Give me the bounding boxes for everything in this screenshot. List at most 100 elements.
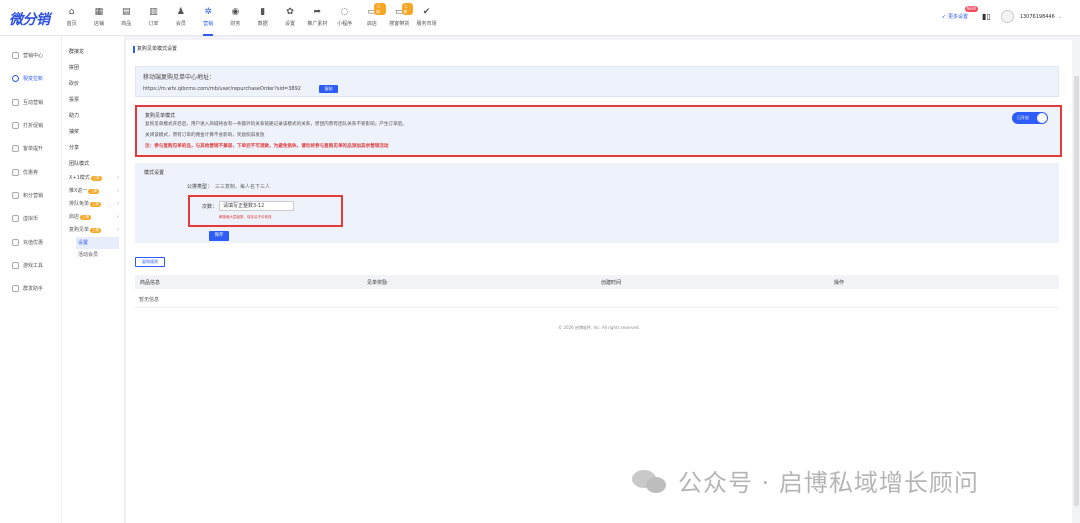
submenu-group-2[interactable]: 排队免单 上新 ›	[62, 198, 124, 211]
submenu-group-label: 排队免单	[69, 201, 90, 207]
nav-label: 设置	[285, 21, 296, 27]
nav-item-5[interactable]: ✲ 营销	[194, 4, 221, 36]
menu-icon	[12, 261, 19, 269]
submenu-item-0[interactable]: 群接龙	[62, 44, 124, 60]
mode-box: 复购见单模式 复购见单模式开启后，用户进入商城将会有一条额外的关系链路记录该模式…	[135, 105, 1062, 157]
submenu-group-label: 复购见单	[69, 227, 90, 233]
toggle-label: 已开启	[1017, 115, 1029, 120]
sidebar-item-2[interactable]: 互动营销	[0, 91, 61, 114]
scrollbar-thumb[interactable]	[1074, 76, 1079, 506]
nav-label: 搜客带货	[389, 21, 410, 27]
sidebar-item-4[interactable]: 客单提升	[0, 137, 61, 160]
submenu-leaf-0[interactable]: 设置	[76, 237, 119, 249]
submenu-item-2[interactable]: 砍价	[62, 76, 124, 92]
sidebar-item-10[interactable]: 群发助手	[0, 277, 61, 300]
main-content: 复购见单模式设置 移动端复购见单中心地址： https://m.wfx.qibc…	[126, 40, 1072, 523]
message-icon[interactable]: ▮▯	[982, 12, 991, 21]
table-header: 商品信息 见单奖励 创建时间 操作	[135, 275, 1059, 289]
menu-icon	[12, 145, 19, 153]
nav-item-10[interactable]: ◌ 小程序	[331, 4, 358, 32]
menu-icon	[12, 215, 19, 223]
submenu-group-3[interactable]: 启店 上新 ›	[62, 211, 124, 224]
nav-item-12[interactable]: ▭ 搜客带货 上新	[386, 3, 413, 32]
nav-item-9[interactable]: ➦ 推广素材	[304, 4, 331, 32]
menu-icon	[12, 238, 19, 246]
finance-icon: ◉	[231, 7, 240, 17]
submenu-group-label: X+1模式	[69, 175, 90, 181]
nav-item-11[interactable]: ▭ 启店 上新	[358, 3, 386, 32]
page-title: 复购见单模式设置	[133, 46, 177, 53]
submenu-item-7[interactable]: 团队模式	[62, 156, 124, 172]
submenu-group-4[interactable]: 复购见单 上新 ›	[62, 224, 124, 237]
save-button[interactable]: 保存	[209, 231, 229, 241]
sidebar-item-8[interactable]: 充值优惠	[0, 230, 61, 253]
menu-icon	[12, 191, 19, 199]
submenu-item-3[interactable]: 投票	[62, 92, 124, 108]
data-icon: ▮	[260, 7, 266, 17]
rule-button[interactable]: 复购规则	[135, 257, 165, 267]
chevron-right-icon: ›	[117, 188, 119, 194]
market-icon: ✔	[422, 7, 431, 17]
member-icon: ♟	[176, 7, 185, 17]
sidebar-item-7[interactable]: 虚拟币	[0, 207, 61, 230]
scrollbar[interactable]	[1073, 36, 1080, 523]
account-phone[interactable]: 13076198446	[1020, 14, 1055, 20]
sidebar-item-label: 客单提升	[23, 146, 44, 153]
nav-item-1[interactable]: ▦ 店铺	[85, 4, 112, 32]
submenu-group-label: 推X返一	[69, 188, 88, 194]
app-logo[interactable]: 微分销	[9, 9, 50, 29]
submenu-item-4[interactable]: 助力	[62, 108, 124, 124]
new-badge: 上新	[90, 228, 102, 233]
submenu-item-1[interactable]: 拼团	[62, 60, 124, 76]
chevron-down-icon[interactable]: ⌄	[1058, 14, 1062, 20]
more-settings-button[interactable]: ➶ 更多设置 NEW	[942, 6, 978, 20]
sidebar-item-label: 充值优惠	[23, 239, 44, 246]
url-text: https://m.wfx.qibcms.com/mb/user/repurch…	[143, 86, 301, 92]
times-box: 次数： 请填写正整数3-12 解锁最大层级数，保存后不可修改	[188, 195, 343, 227]
sidebar-item-label: 互动营销	[23, 99, 44, 106]
setting-box: 模式设置 公排类型： 三三复制、每人名下三人 次数： 请填写正整数3-12 解锁最…	[135, 163, 1059, 243]
miniapp-icon: ◌	[340, 7, 349, 17]
nav-item-0[interactable]: ⌂ 首页	[58, 4, 85, 32]
sidebar-item-9[interactable]: 游戏工具	[0, 254, 61, 277]
submenu-leaf-1[interactable]: 活动会员	[76, 249, 119, 261]
times-input[interactable]: 请填写正整数3-12	[219, 201, 294, 211]
group-type-value: 三三复制、每人名下三人	[215, 184, 271, 190]
group-type-row: 公排类型： 三三复制、每人名下三人	[187, 183, 270, 190]
copy-button[interactable]: 复制	[319, 85, 338, 93]
sidebar-item-3[interactable]: 打折促销	[0, 114, 61, 137]
submenu-item-6[interactable]: 分享	[62, 140, 124, 156]
mode-toggle[interactable]: 已开启	[1012, 112, 1048, 124]
th-reward: 见单奖励	[367, 280, 388, 286]
order-icon: ▥	[149, 7, 158, 17]
nav-item-6[interactable]: ◉ 财务	[222, 4, 249, 32]
menu-icon	[12, 168, 19, 176]
nav-item-8[interactable]: ✿ 设置	[276, 4, 303, 32]
footer: © 2026 启博软件, Inc. All rights reserved.	[558, 325, 640, 330]
mode-desc-1: 复购见单模式开启后，用户进入商城将会有一条额外的关系链路记录该模式的关系，原团内…	[145, 122, 407, 127]
new-badge: 上新	[374, 3, 386, 15]
nav-item-13[interactable]: ✔ 服务市场	[413, 4, 440, 32]
nav-item-2[interactable]: ▤ 商品	[113, 4, 140, 32]
wechat-icon	[632, 466, 672, 496]
nav-label: 启店	[366, 21, 377, 27]
nav-label: 营销	[203, 21, 214, 27]
nav-item-3[interactable]: ▥ 订单	[140, 4, 167, 32]
avatar[interactable]	[1000, 10, 1014, 23]
sidebar-item-0[interactable]: 营销中心	[0, 44, 61, 67]
sidebar-item-6[interactable]: 积分营销	[0, 184, 61, 207]
nav-label: 订单	[148, 21, 159, 27]
home-icon: ⌂	[68, 7, 75, 17]
sidebar-item-label: 打折促销	[23, 123, 44, 130]
submenu-item-5[interactable]: 抽奖	[62, 124, 124, 140]
chevron-right-icon: ›	[117, 214, 119, 220]
sidebar-item-1[interactable]: 裂变拉新	[0, 67, 61, 90]
submenu-group-0[interactable]: X+1模式 上新 ›	[62, 172, 124, 185]
sidebar-item-5[interactable]: 优惠券	[0, 160, 61, 183]
nav-item-7[interactable]: ▮ 数据	[249, 4, 276, 32]
group-type-label: 公排类型：	[187, 184, 213, 190]
top-bar: 微分销 ⌂ 首页 ▦ 店铺 ▤ 商品 ▥ 订单 ♟ 会员 ✲ 营销 ◉ 财务 ▮ 数据 ✿ 设置 ➦ 推广素材 ◌ 小程序…	[0, 0, 1080, 36]
th-goods: 商品信息	[140, 280, 161, 286]
nav-item-4[interactable]: ♟ 会员	[167, 4, 194, 32]
submenu-group-1[interactable]: 推X返一 上新 ›	[62, 185, 124, 198]
